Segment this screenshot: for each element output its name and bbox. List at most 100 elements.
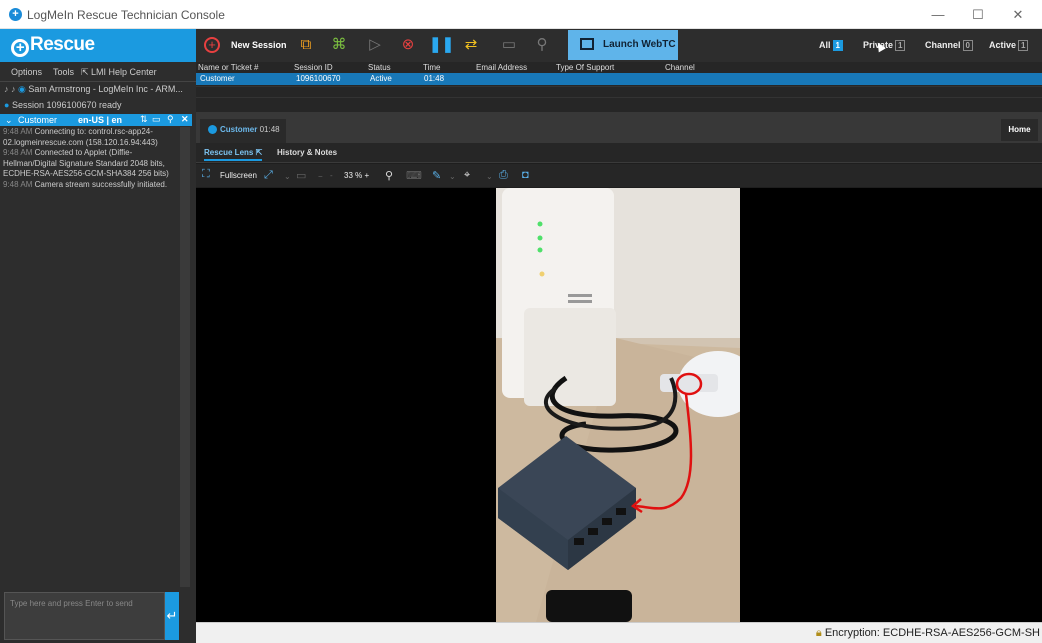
status-bar: 🔒︎ Encryption: ECDHE-RSA-AES256-GCM-SH <box>196 622 1042 643</box>
table-row[interactable]: Customer 1096100670 Active 01:48 <box>196 73 1042 85</box>
minimize-button[interactable]: — <box>928 5 948 25</box>
top-toolbar: + New Session ⧉ ⌘ ▷ ⊗ ❚❚ ⇄ ▭ ⚲ Launch We… <box>196 29 1042 62</box>
filter-channel[interactable]: Channel 0 <box>925 40 973 51</box>
tab-customer-session[interactable]: Customer 01:48 <box>200 119 286 143</box>
tab-rescue-lens-label: Rescue Lens <box>204 148 254 157</box>
col-time[interactable]: Time <box>423 63 440 72</box>
camera-icon: ◉ <box>18 84 29 94</box>
display-icon[interactable]: ▭ <box>296 169 306 182</box>
col-session-id[interactable]: Session ID <box>294 63 333 72</box>
add-user-icon[interactable]: ⚲ <box>532 35 552 55</box>
play-icon[interactable]: ▷ <box>365 35 385 55</box>
filter-active[interactable]: Active 1 <box>989 40 1029 51</box>
camera-feed-image <box>496 188 740 622</box>
user-icon[interactable]: ⚲ <box>167 114 174 125</box>
col-name[interactable]: Name or Ticket # <box>198 63 258 72</box>
tab-customer-time: 01:48 <box>259 125 280 134</box>
app-icon: + <box>9 8 22 21</box>
menu-help[interactable]: ⇱ LMI Help Center <box>81 67 157 81</box>
close-button[interactable]: ✕ <box>1008 5 1028 25</box>
tab-customer-name: Customer <box>220 125 258 134</box>
pen-icon[interactable]: ✎ <box>432 169 441 182</box>
remote-screen-icon[interactable]: ▭ <box>499 35 519 55</box>
snapshot-icon[interactable]: ⎙ <box>499 169 508 182</box>
zoom-in-button[interactable]: + <box>365 171 370 180</box>
popout-icon: ⇱ <box>255 148 263 157</box>
expand-icon[interactable]: ⤢ <box>264 169 273 182</box>
col-support-type[interactable]: Type Of Support <box>556 63 614 72</box>
language-label: en-US | en <box>78 115 123 125</box>
chevron-down-icon[interactable]: ⌄ <box>284 172 291 181</box>
tab-rescue-lens[interactable]: Rescue Lens ⇱ <box>204 148 263 161</box>
tab-history-notes[interactable]: History & Notes <box>277 148 337 157</box>
external-link-icon: ⇱ <box>81 67 92 77</box>
launch-webtc-label: Launch WebTC <box>603 39 676 50</box>
tab-home[interactable]: Home <box>1001 119 1038 141</box>
stop-icon[interactable]: ⊗ <box>398 35 418 55</box>
new-session-button[interactable]: New Session <box>231 40 287 50</box>
transfer-icon[interactable]: ⇅ <box>140 114 148 125</box>
log-scrollbar[interactable] <box>180 127 190 587</box>
chat-input[interactable]: Type here and press Enter to send <box>4 592 165 640</box>
session-status-row: ● Session 1096100670 ready <box>4 100 194 110</box>
camera-icon <box>208 125 217 135</box>
filter-all[interactable]: All 1 <box>819 40 843 51</box>
pointer-icon[interactable]: ⌖ <box>464 169 470 182</box>
filter-all-count: 1 <box>832 40 843 51</box>
send-button[interactable]: ↵ <box>165 592 179 640</box>
col-email[interactable]: Email Address <box>476 63 527 72</box>
screens-icon[interactable]: ⧉ <box>296 35 316 55</box>
pointer-dropdown-icon[interactable]: ⌄ <box>486 172 493 181</box>
camera-switch-icon[interactable]: ◘ <box>522 169 529 181</box>
fullscreen-icon[interactable]: ⛶ <box>202 168 210 181</box>
window-titlebar: + LogMeIn Rescue Technician Console — ☐ … <box>0 0 1042 29</box>
cell-status: Active <box>370 74 392 83</box>
lock-icon: 🔒︎ <box>815 627 825 639</box>
menu-tools[interactable]: Tools <box>53 67 74 81</box>
menu-options[interactable]: Options <box>11 67 42 81</box>
technician-name: Sam Armstrong - LogMeIn Inc - ARM... <box>28 84 183 94</box>
maximize-button[interactable]: ☐ <box>968 5 988 25</box>
camera-stream-view[interactable] <box>196 188 1042 622</box>
pen-dropdown-icon[interactable]: ⌄ <box>449 172 456 181</box>
encryption-text: Encryption: ECDHE-RSA-AES256-GCM-SH <box>824 627 1040 639</box>
screen-icon[interactable]: ▭ <box>152 114 161 125</box>
filter-private-count: 1 <box>895 40 906 51</box>
empty-row <box>196 97 1042 108</box>
launch-webtc-button[interactable]: Launch WebTC <box>568 30 678 60</box>
filter-all-label: All <box>819 40 831 50</box>
keyboard-icon[interactable]: ⌨ <box>406 169 422 182</box>
col-status[interactable]: Status <box>368 63 391 72</box>
pause-icon[interactable]: ❚❚ <box>429 35 454 55</box>
fullscreen-button[interactable]: Fullscreen <box>220 171 257 180</box>
cell-name: Customer <box>200 74 235 83</box>
filter-channel-count: 0 <box>962 40 973 51</box>
binoculars-icon[interactable]: ⌘ <box>329 35 349 55</box>
new-session-icon[interactable]: + <box>204 37 220 53</box>
encryption-status: 🔒︎ Encryption: ECDHE-RSA-AES256-GCM-SH <box>816 627 1040 640</box>
transfer-session-icon[interactable]: ⇄ <box>461 35 481 55</box>
customer-session-bar[interactable]: ⌄ Customer en-US | en ⇅ ▭ ⚲ ✕ <box>0 114 192 126</box>
zoom-out-button[interactable]: − <box>318 172 323 181</box>
zoom-level: 33 % + <box>344 171 369 180</box>
close-session-icon[interactable]: ✕ <box>181 114 189 125</box>
session-workspace: Customer 01:48 Home Rescue Lens ⇱ Histor… <box>196 112 1042 622</box>
logo-plus-icon: + <box>11 39 29 57</box>
log-entry: 9:48 AM Connected to Applet (Diffie-Hell… <box>3 148 169 178</box>
zoom-value: 33 <box>344 171 353 180</box>
session-tabs: Customer 01:48 Home <box>196 112 1042 143</box>
collapse-icon[interactable]: ⌄ <box>5 115 13 126</box>
lens-toolbar: ⛶ Fullscreen ⤢ ⌄ ▭ − - 33 % + ⚲ ⌨ ✎ ⌄ ⌖ … <box>196 164 1042 187</box>
log-entry: 9:48 AM Camera stream successfully initi… <box>3 179 168 189</box>
cell-session-id: 1096100670 <box>296 74 341 83</box>
filter-channel-label: Channel <box>925 40 961 50</box>
technician-row: ♪ ♪ ◉ Sam Armstrong - LogMeIn Inc - ARM.… <box>4 84 194 95</box>
info-icon: ● <box>4 100 12 110</box>
lens-subtabs: Rescue Lens ⇱ History & Notes <box>196 143 1042 163</box>
menu-help-label: LMI Help Center <box>91 67 157 77</box>
customer-label: Customer <box>18 115 58 125</box>
cell-time: 01:48 <box>424 74 445 83</box>
zoom-search-icon[interactable]: ⚲ <box>385 169 393 182</box>
col-channel[interactable]: Channel <box>665 63 695 72</box>
logo-text: Rescue <box>30 34 95 55</box>
